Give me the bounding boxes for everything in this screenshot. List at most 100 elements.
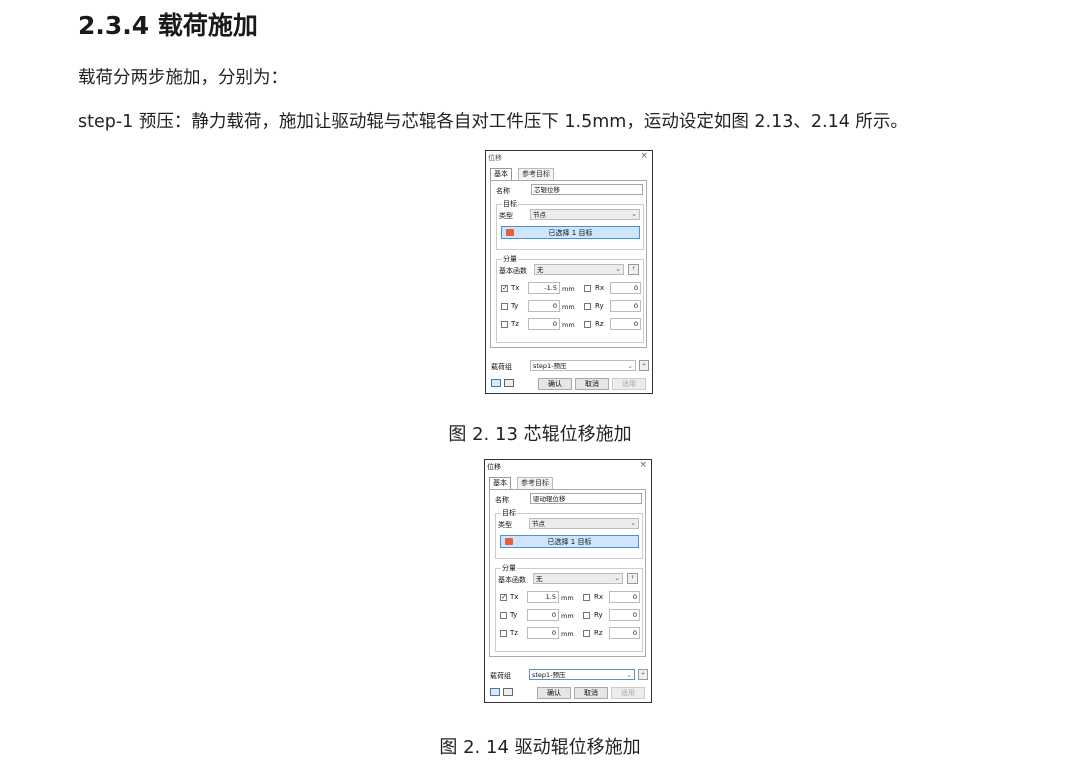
rz-checkbox[interactable] xyxy=(583,630,590,637)
tz-input[interactable]: 0 xyxy=(527,627,559,639)
info-icon[interactable] xyxy=(490,688,500,696)
type-select-value: 节点 xyxy=(533,211,546,219)
rx-label: Rx xyxy=(594,593,604,601)
close-icon[interactable]: × xyxy=(640,151,648,161)
tz-checkbox[interactable] xyxy=(501,321,508,328)
target-group-label: 目标 xyxy=(502,199,518,209)
ty-checkbox[interactable] xyxy=(501,303,508,310)
selected-count: 已选择 1 目标 xyxy=(547,538,592,546)
figure-caption-2-13: 图 2. 13 芯辊位移施加 xyxy=(448,424,632,445)
target-select-button[interactable]: 已选择 1 目标 xyxy=(501,226,640,239)
copy-icon[interactable] xyxy=(504,379,514,387)
ok-button[interactable]: 确认 xyxy=(538,378,572,390)
type-label: 类型 xyxy=(499,212,513,220)
figure-caption-2-14: 图 2. 14 驱动辊位移施加 xyxy=(439,737,641,758)
tx-checkbox[interactable]: ✓ xyxy=(501,285,508,292)
load-group-select[interactable]: step1-预压 ⌄ xyxy=(530,360,636,371)
ty-input[interactable]: 0 xyxy=(528,300,560,312)
chevron-down-icon: ⌄ xyxy=(626,671,632,679)
close-icon[interactable]: × xyxy=(639,460,647,470)
base-function-value: 无 xyxy=(536,575,543,583)
chevron-down-icon: ⌄ xyxy=(631,210,637,218)
load-group-label: 载荷组 xyxy=(491,363,512,371)
tz-label: Tz xyxy=(510,629,518,637)
load-group-label: 载荷组 xyxy=(490,672,511,680)
dialog-title: 位移 xyxy=(488,154,502,162)
type-label: 类型 xyxy=(498,521,512,529)
displacement-dialog-core-roll: 位移 × 基本 参考目标 名称 芯辊位移 目标 类型 节点 ⌄ 已选择 1 目标… xyxy=(485,150,653,394)
apply-button[interactable]: 适用 xyxy=(611,687,645,699)
rz-label: Rz xyxy=(594,629,603,637)
tab-panel-basic: 名称 芯辊位移 目标 类型 节点 ⌄ 已选择 1 目标 分量 基本函数 无 ⌄ … xyxy=(490,180,647,348)
copy-icon[interactable] xyxy=(503,688,513,696)
base-function-select[interactable]: 无 ⌄ xyxy=(534,264,624,275)
tx-checkbox[interactable]: ✓ xyxy=(500,594,507,601)
tx-input[interactable]: -1.5 xyxy=(528,282,560,294)
tab-reference-target[interactable]: 参考目标 xyxy=(518,168,554,180)
paragraph-step1: step-1 预压：静力载荷，施加让驱动辊与芯辊各自对工件压下 1.5mm，运动… xyxy=(78,112,908,132)
rz-label: Rz xyxy=(595,320,604,328)
info-icon[interactable] xyxy=(491,379,501,387)
ty-unit: mm xyxy=(562,303,575,311)
component-group-label: 分量 xyxy=(501,563,517,573)
name-input[interactable]: 芯辊位移 xyxy=(531,184,643,195)
target-group-label: 目标 xyxy=(501,508,517,518)
tz-checkbox[interactable] xyxy=(500,630,507,637)
ty-label: Ty xyxy=(511,302,519,310)
dialog-title: 位移 xyxy=(487,463,501,471)
ry-input[interactable]: 0 xyxy=(610,300,641,312)
base-function-value: 无 xyxy=(537,266,544,274)
tx-unit: mm xyxy=(562,285,575,293)
load-group-add-icon[interactable]: + xyxy=(639,360,649,371)
rx-input[interactable]: 0 xyxy=(610,282,641,294)
name-input[interactable]: 驱动辊位移 xyxy=(530,493,642,504)
load-group-select[interactable]: step1-预压 ⌄ xyxy=(529,669,635,680)
apply-button[interactable]: 适用 xyxy=(612,378,646,390)
type-select[interactable]: 节点 ⌄ xyxy=(530,209,640,220)
rx-checkbox[interactable] xyxy=(584,285,591,292)
ry-label: Ry xyxy=(595,302,604,310)
dialog-titlebar: 位移 × xyxy=(487,151,651,163)
cancel-button[interactable]: 取消 xyxy=(575,378,609,390)
tz-unit: mm xyxy=(561,630,574,638)
tab-reference-target[interactable]: 参考目标 xyxy=(517,477,553,489)
ry-checkbox[interactable] xyxy=(583,612,590,619)
displacement-dialog-drive-roll: 位移 × 基本 参考目标 名称 驱动辊位移 目标 类型 节点 ⌄ 已选择 1 目… xyxy=(484,459,652,703)
rz-input[interactable]: 0 xyxy=(610,318,641,330)
ty-label: Ty xyxy=(510,611,518,619)
selected-count: 已选择 1 目标 xyxy=(548,229,593,237)
target-pick-icon xyxy=(505,538,513,545)
chevron-down-icon: ⌄ xyxy=(614,574,620,582)
ok-button[interactable]: 确认 xyxy=(537,687,571,699)
ty-unit: mm xyxy=(561,612,574,620)
type-select-value: 节点 xyxy=(532,520,545,528)
rx-checkbox[interactable] xyxy=(583,594,590,601)
rz-checkbox[interactable] xyxy=(584,321,591,328)
chevron-down-icon: ⌄ xyxy=(615,265,621,273)
load-group-value: step1-预压 xyxy=(532,671,566,679)
tx-unit: mm xyxy=(561,594,574,602)
tz-input[interactable]: 0 xyxy=(528,318,560,330)
rz-input[interactable]: 0 xyxy=(609,627,640,639)
ry-input[interactable]: 0 xyxy=(609,609,640,621)
load-group-add-icon[interactable]: + xyxy=(638,669,648,680)
tz-unit: mm xyxy=(562,321,575,329)
tab-basic[interactable]: 基本 xyxy=(489,477,511,489)
ry-checkbox[interactable] xyxy=(584,303,591,310)
type-select[interactable]: 节点 ⌄ xyxy=(529,518,639,529)
tab-panel-basic: 名称 驱动辊位移 目标 类型 节点 ⌄ 已选择 1 目标 分量 基本函数 无 ⌄… xyxy=(489,489,646,657)
tx-input[interactable]: 1.5 xyxy=(527,591,559,603)
tab-basic[interactable]: 基本 xyxy=(490,168,512,180)
ty-checkbox[interactable] xyxy=(500,612,507,619)
rx-input[interactable]: 0 xyxy=(609,591,640,603)
name-label: 名称 xyxy=(495,496,509,504)
component-group-label: 分量 xyxy=(502,254,518,264)
base-function-select[interactable]: 无 ⌄ xyxy=(533,573,623,584)
ty-input[interactable]: 0 xyxy=(527,609,559,621)
base-function-label: 基本函数 xyxy=(499,267,527,275)
target-select-button[interactable]: 已选择 1 目标 xyxy=(500,535,639,548)
cancel-button[interactable]: 取消 xyxy=(574,687,608,699)
function-editor-icon[interactable]: f xyxy=(628,264,639,275)
paragraph-intro: 载荷分两步施加，分别为： xyxy=(78,68,288,88)
function-editor-icon[interactable]: f xyxy=(627,573,638,584)
